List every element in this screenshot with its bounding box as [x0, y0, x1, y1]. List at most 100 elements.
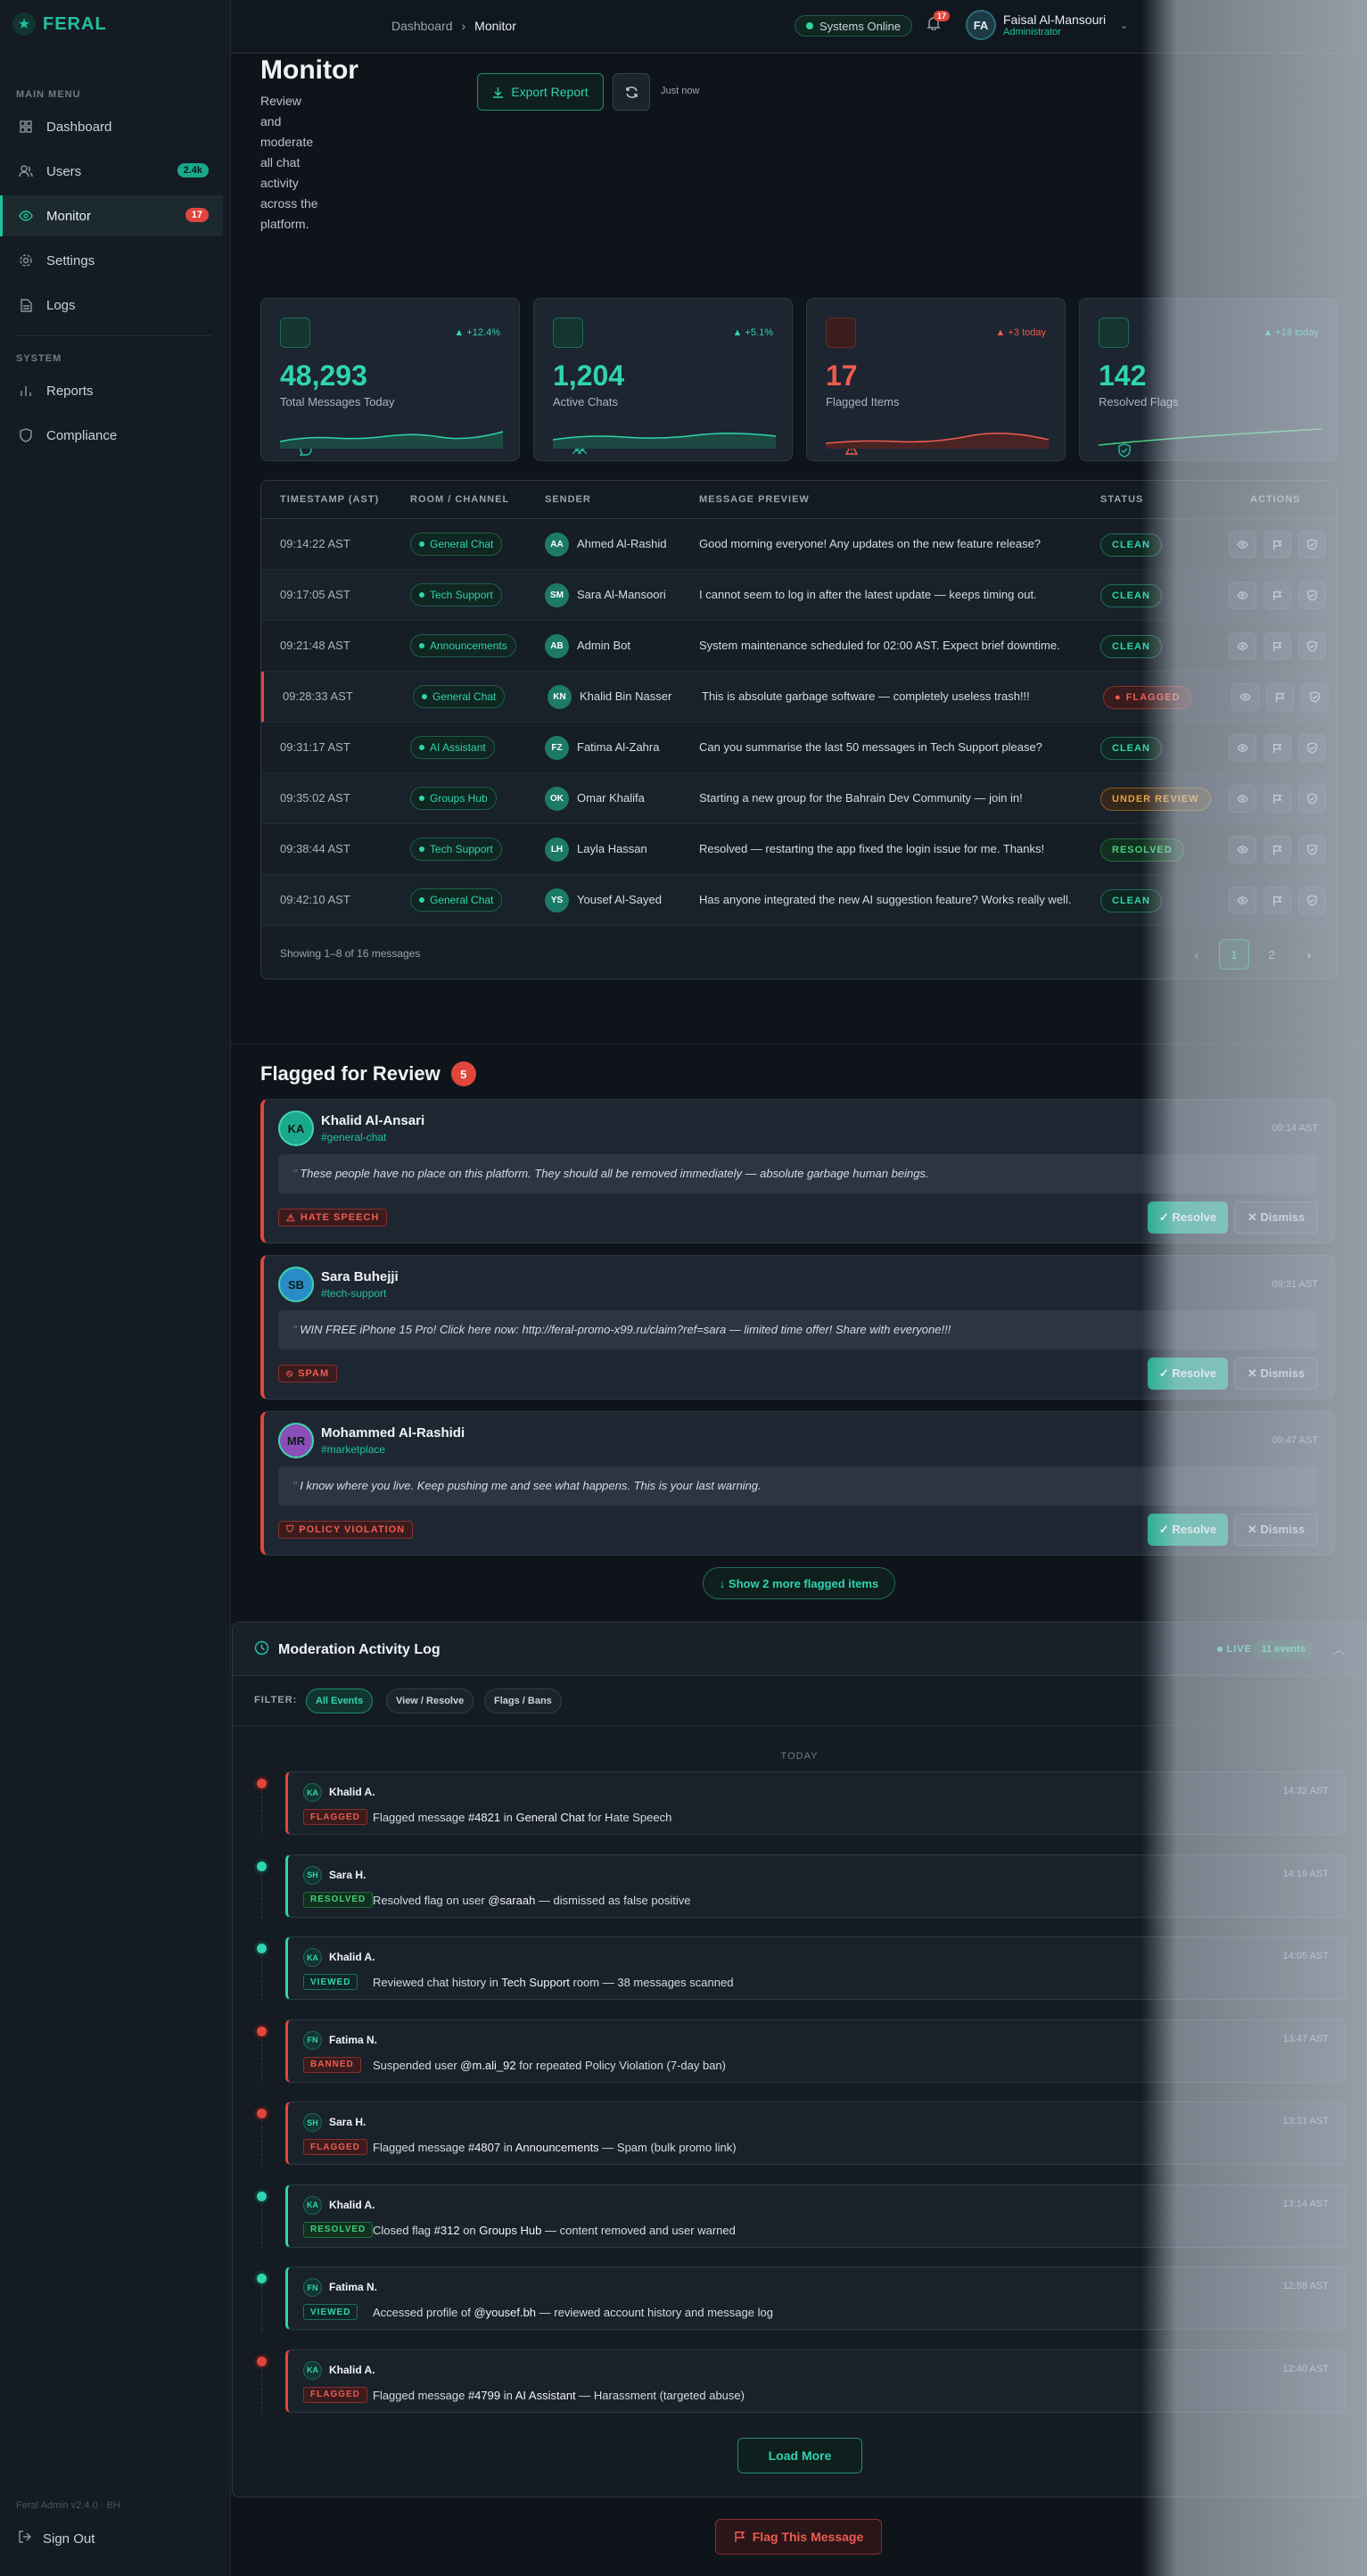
approve-button[interactable] [1298, 582, 1326, 609]
log-event[interactable]: KA Khalid A. 14:32 AST FLAGGED Flagged messa… [285, 1771, 1346, 1835]
event-entity[interactable]: Groups Hub [479, 2224, 541, 2237]
table-row[interactable]: 09:14:22 AST General Chat AA Ahmed Al-Rashi… [261, 519, 1337, 570]
room-badge[interactable]: Groups Hub [410, 787, 497, 810]
log-event[interactable]: FN Fatima N. 12:58 AST VIEWED Accessed profi… [285, 2266, 1346, 2330]
column-header[interactable]: ROOM / CHANNEL [410, 494, 509, 505]
sidebar-item-reports[interactable]: Reports [0, 370, 223, 411]
flagged-channel[interactable]: #marketplace [321, 1443, 385, 1456]
event-entity[interactable]: @m.ali_92 [460, 2059, 515, 2072]
event-entity[interactable]: #4799 [468, 2389, 500, 2402]
view-button[interactable] [1229, 632, 1256, 660]
sidebar-item-monitor[interactable]: Monitor 17 [0, 195, 223, 236]
flag-button[interactable] [1264, 887, 1291, 914]
view-button[interactable] [1231, 683, 1259, 711]
event-entity[interactable]: @yousef.bh [474, 2306, 536, 2319]
event-entity[interactable]: General Chat [515, 1811, 584, 1824]
column-header[interactable]: TIMESTAMP (AST) [280, 494, 379, 505]
sidebar-item-logs[interactable]: Logs [0, 285, 223, 326]
breadcrumb-dashboard[interactable]: Dashboard [391, 19, 453, 33]
export-report-button[interactable]: Export Report [477, 73, 604, 111]
table-row[interactable]: 09:21:48 AST Announcements AB Admin Bot Syst… [261, 621, 1337, 672]
table-row[interactable]: 09:17:05 AST Tech Support SM Sara Al-Mansoo… [261, 570, 1337, 621]
event-entity[interactable]: AI Assistant [515, 2389, 576, 2402]
room-badge[interactable]: Tech Support [410, 838, 502, 861]
flag-button[interactable] [1264, 632, 1291, 660]
view-button[interactable] [1229, 582, 1256, 609]
event-entity[interactable]: #4821 [468, 1811, 500, 1824]
log-event[interactable]: KA Khalid A. 14:05 AST VIEWED Reviewed chat … [285, 1936, 1346, 2000]
page-2-button[interactable]: 2 [1256, 939, 1287, 970]
flag-button[interactable] [1264, 531, 1291, 558]
table-row[interactable]: 09:31:17 AST AI Assistant FZ Fatima Al-Zahr… [261, 722, 1337, 773]
notifications-button[interactable]: 17 [926, 11, 951, 35]
resolve-button[interactable]: ✓ Resolve [1148, 1358, 1228, 1390]
brand[interactable]: ★ FERAL [12, 12, 107, 36]
flag-button[interactable] [1264, 734, 1291, 762]
sidebar-item-compliance[interactable]: Compliance [0, 415, 223, 456]
event-entity[interactable]: #312 [434, 2224, 460, 2237]
log-event[interactable]: FN Fatima N. 13:47 AST BANNED Suspended user… [285, 2019, 1346, 2083]
log-event[interactable]: SH Sara H. 13:31 AST FLAGGED Flagged message… [285, 2101, 1346, 2165]
event-entity[interactable]: Announcements [515, 2141, 599, 2154]
table-row[interactable]: 09:35:02 AST Groups Hub OK Omar Khalifa Star… [261, 773, 1337, 824]
filter-view-resolve[interactable]: View / Resolve [386, 1688, 474, 1713]
view-button[interactable] [1229, 836, 1256, 863]
flag-button[interactable] [1266, 683, 1294, 711]
sidebar-item-users[interactable]: Users 2.4k [0, 151, 223, 192]
log-event[interactable]: SH Sara H. 14:19 AST RESOLVED Resolved flag … [285, 1854, 1346, 1918]
sidebar-item-settings[interactable]: Settings [0, 240, 223, 281]
show-more-flagged-button[interactable]: ↓ Show 2 more flagged items [703, 1567, 895, 1599]
filter-flags-bans[interactable]: Flags / Bans [484, 1688, 562, 1713]
flag-button[interactable] [1264, 785, 1291, 813]
approve-button[interactable] [1298, 531, 1326, 558]
flag-button[interactable] [1264, 582, 1291, 609]
refresh-button[interactable] [613, 73, 650, 111]
next-page-button[interactable]: › [1294, 939, 1324, 970]
sidebar-item-dashboard[interactable]: Dashboard [0, 106, 223, 147]
chevron-up-icon[interactable]: ︿ [1333, 1640, 1345, 1657]
view-button[interactable] [1229, 887, 1256, 914]
dismiss-button[interactable]: ✕ Dismiss [1234, 1358, 1318, 1390]
user-menu[interactable]: FA Faisal Al-Mansouri Administrator ⌄ [966, 10, 1128, 40]
page-1-button[interactable]: 1 [1219, 939, 1249, 970]
room-badge[interactable]: General Chat [410, 888, 503, 912]
approve-button[interactable] [1298, 734, 1326, 762]
approve-button[interactable] [1298, 836, 1326, 863]
approve-button[interactable] [1298, 785, 1326, 813]
table-row[interactable]: 09:38:44 AST Tech Support LH Layla Hassan Re… [261, 824, 1337, 875]
flagged-channel[interactable]: #tech-support [321, 1287, 386, 1300]
column-header[interactable]: STATUS [1100, 494, 1143, 505]
view-button[interactable] [1229, 785, 1256, 813]
approve-button[interactable] [1301, 683, 1329, 711]
prev-page-button[interactable]: ‹ [1182, 939, 1212, 970]
load-more-button[interactable]: Load More [737, 2438, 862, 2473]
event-entity[interactable]: #4807 [468, 2141, 500, 2154]
room-badge[interactable]: General Chat [413, 685, 506, 708]
event-entity[interactable]: @saraah [488, 1894, 535, 1907]
column-header[interactable]: MESSAGE PREVIEW [699, 494, 810, 505]
sign-out-button[interactable]: Sign Out [18, 2530, 95, 2547]
event-entity[interactable]: Tech Support [501, 1976, 570, 1989]
resolve-button[interactable]: ✓ Resolve [1148, 1514, 1228, 1546]
room-badge[interactable]: Tech Support [410, 583, 502, 607]
approve-button[interactable] [1298, 632, 1326, 660]
filter-all-events[interactable]: All Events [306, 1688, 374, 1713]
cell-timestamp: 09:35:02 AST [280, 791, 350, 805]
log-event[interactable]: KA Khalid A. 12:40 AST FLAGGED Flagged messa… [285, 2349, 1346, 2413]
room-badge[interactable]: AI Assistant [410, 736, 495, 759]
approve-button[interactable] [1298, 887, 1326, 914]
view-button[interactable] [1229, 734, 1256, 762]
table-row[interactable]: 09:42:10 AST General Chat YS Yousef Al-Saye… [261, 875, 1337, 926]
dismiss-button[interactable]: ✕ Dismiss [1234, 1514, 1318, 1546]
log-event[interactable]: KA Khalid A. 13:14 AST RESOLVED Closed flag … [285, 2184, 1346, 2248]
resolve-button[interactable]: ✓ Resolve [1148, 1201, 1228, 1234]
room-badge[interactable]: General Chat [410, 533, 503, 556]
flag-this-message-button[interactable]: Flag This Message [715, 2519, 882, 2555]
flag-button[interactable] [1264, 836, 1291, 863]
table-row[interactable]: 09:28:33 AST General Chat KN Khalid Bin Nas… [261, 672, 1337, 722]
flagged-channel[interactable]: #general-chat [321, 1131, 386, 1144]
column-header[interactable]: SENDER [545, 494, 591, 505]
dismiss-button[interactable]: ✕ Dismiss [1234, 1201, 1318, 1234]
view-button[interactable] [1229, 531, 1256, 558]
room-badge[interactable]: Announcements [410, 634, 516, 657]
